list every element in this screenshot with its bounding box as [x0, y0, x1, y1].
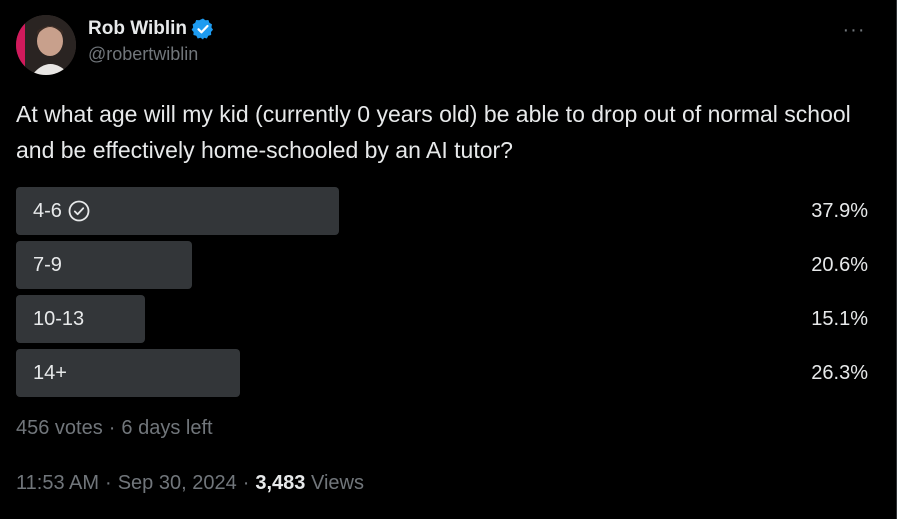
poll-option-label: 4-6 — [33, 187, 91, 235]
poll-option-percent: 37.9% — [811, 199, 868, 222]
poll-option: 7-9 20.6% — [16, 241, 868, 289]
poll-meta: 456 votes · 6 days left — [16, 417, 213, 440]
poll-option-text: 10-13 — [33, 307, 85, 330]
verified-badge-icon — [191, 17, 215, 41]
poll-option: 4-6 37.9% — [16, 187, 868, 235]
poll: 4-6 37.9% 7-9 20.6% 10-13 15.1% 14+ 26.3… — [16, 187, 868, 403]
poll-option-label: 14+ — [33, 349, 67, 397]
separator: · — [105, 472, 112, 494]
avatar[interactable] — [16, 15, 76, 75]
name-row: Rob Wiblin — [88, 14, 215, 44]
poll-option-text: 14+ — [33, 361, 67, 384]
tweet-time[interactable]: 11:53 AM — [16, 472, 99, 494]
poll-option-percent: 15.1% — [811, 307, 868, 330]
poll-votes: 456 votes — [16, 417, 103, 439]
check-circle-icon — [67, 199, 91, 223]
separator: · — [108, 417, 116, 439]
views-count[interactable]: 3,483 — [255, 472, 305, 494]
poll-option-text: 4-6 — [33, 199, 62, 222]
tweet-meta: 11:53 AM · Sep 30, 2024 · 3,483 Views — [16, 472, 364, 495]
author-name[interactable]: Rob Wiblin — [88, 18, 187, 40]
poll-option-label: 10-13 — [33, 295, 84, 343]
poll-option: 14+ 26.3% — [16, 349, 868, 397]
author-block: Rob Wiblin @robertwiblin — [88, 14, 215, 65]
separator: · — [242, 472, 250, 494]
tweet-text: At what age will my kid (currently 0 yea… — [16, 101, 851, 163]
poll-option-text: 7-9 — [33, 253, 62, 276]
poll-option-label: 7-9 — [33, 241, 62, 289]
views-label[interactable]: Views — [311, 472, 364, 494]
author-handle[interactable]: @robertwiblin — [88, 44, 215, 65]
poll-time-left: 6 days left — [121, 417, 213, 439]
poll-option-percent: 20.6% — [811, 253, 868, 276]
tweet-date[interactable]: Sep 30, 2024 — [118, 472, 237, 494]
poll-option-percent: 26.3% — [811, 361, 868, 384]
poll-option: 10-13 15.1% — [16, 295, 868, 343]
avatar-image — [16, 15, 76, 75]
more-options-icon[interactable]: ··· — [839, 18, 869, 42]
